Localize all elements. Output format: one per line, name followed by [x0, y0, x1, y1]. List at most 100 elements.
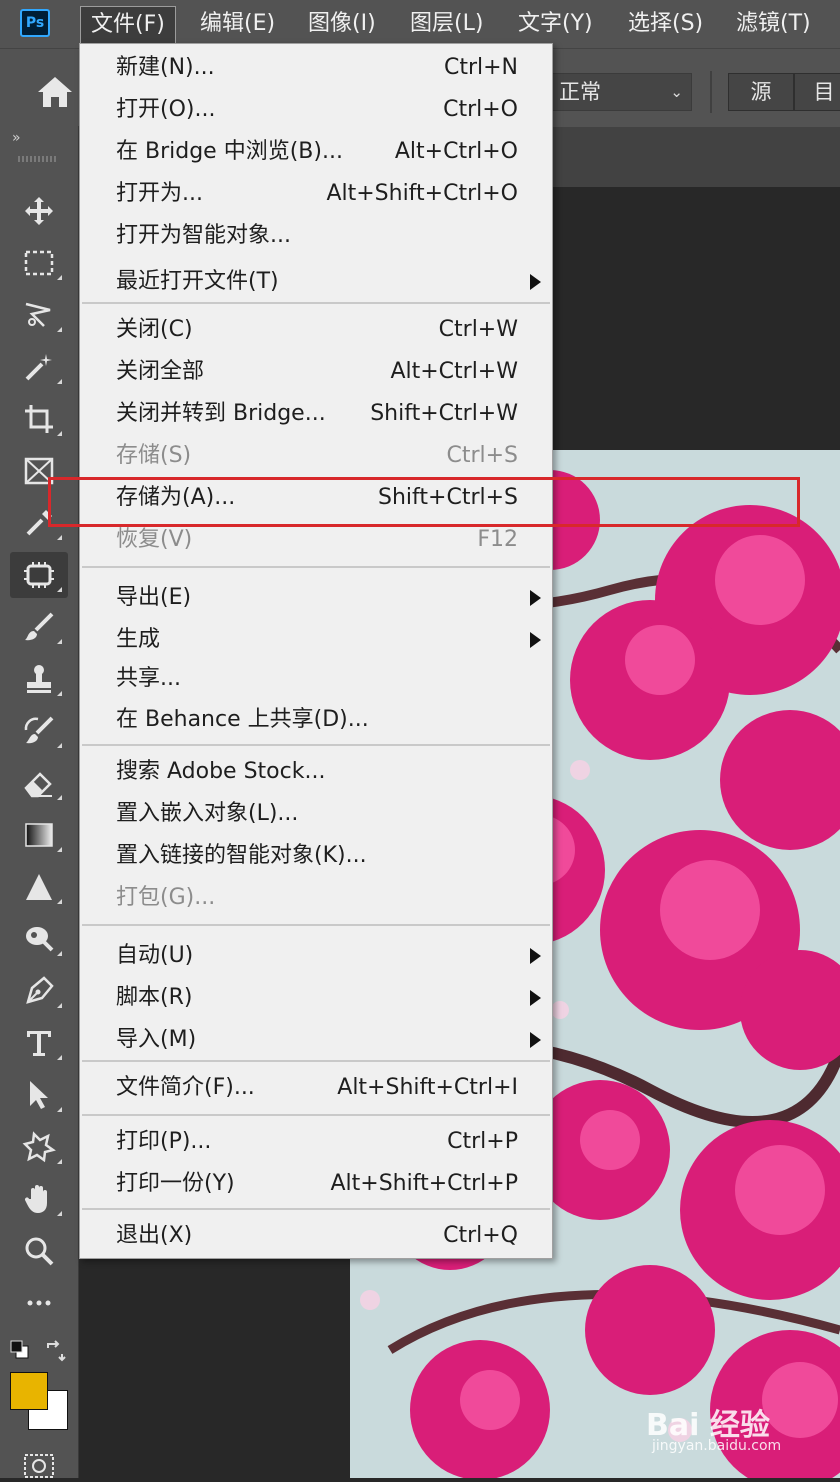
menu-item-generate[interactable]: 生成 — [80, 620, 552, 660]
menu-item-automate[interactable]: 自动(U) — [80, 936, 552, 976]
menu-item-scripts[interactable]: 脚本(R) — [80, 978, 552, 1018]
default-colors-icon[interactable] — [10, 1340, 30, 1360]
source-button[interactable]: 源 — [728, 73, 794, 111]
menu-item-search-adobe-stock[interactable]: 搜索 Adobe Stock... — [80, 752, 552, 792]
menu-item-shortcut: Ctrl+Q — [443, 1223, 518, 1248]
menu-item-shortcut: Ctrl+S — [446, 443, 518, 468]
submenu-arrow-icon — [530, 274, 541, 290]
history-brush-tool[interactable] — [10, 708, 68, 754]
menu-separator — [82, 924, 550, 926]
menu-item-shortcut: Alt+Ctrl+W — [390, 359, 518, 384]
quick-mask-icon[interactable] — [22, 1452, 56, 1478]
move-icon — [25, 197, 53, 225]
menu-item-label: 导入(M) — [116, 1027, 197, 1052]
menu-item-open-smart-object[interactable]: 打开为智能对象... — [80, 216, 552, 256]
menu-filter[interactable]: 滤镜(T) — [736, 0, 811, 48]
menu-item-label: 关闭全部 — [116, 359, 205, 384]
menu-item-file-info[interactable]: 文件简介(F)... Alt+Shift+Ctrl+I — [80, 1068, 552, 1108]
magnifier-icon — [25, 1237, 54, 1266]
menu-item-import[interactable]: 导入(M) — [80, 1020, 552, 1060]
submenu-arrow-icon — [530, 948, 541, 964]
menu-item-shortcut: Alt+Ctrl+O — [394, 139, 518, 164]
menu-layer[interactable]: 图层(L) — [410, 0, 483, 48]
dodge-icon — [26, 927, 54, 952]
stamp-icon — [27, 665, 51, 693]
menu-separator — [82, 566, 550, 568]
menu-item-shortcut: Ctrl+P — [447, 1129, 518, 1154]
lasso-tool[interactable] — [10, 292, 68, 338]
crop-tool[interactable] — [10, 396, 68, 442]
menu-item-exit[interactable]: 退出(X) Ctrl+Q — [80, 1216, 552, 1256]
menu-item-label: 退出(X) — [116, 1223, 193, 1248]
submenu-arrow-icon — [530, 590, 541, 606]
submenu-arrow-icon — [530, 990, 541, 1006]
more-tools[interactable] — [10, 1280, 68, 1326]
pen-tool[interactable] — [10, 968, 68, 1014]
menu-item-shortcut: Alt+Shift+Ctrl+P — [330, 1171, 518, 1196]
menu-image[interactable]: 图像(I) — [308, 0, 376, 48]
patch-icon — [24, 562, 54, 588]
submenu-arrow-icon — [530, 1032, 541, 1048]
move-tool[interactable] — [10, 188, 68, 234]
foreground-color-swatch[interactable] — [10, 1372, 48, 1410]
brush-tool[interactable] — [10, 604, 68, 650]
brush-icon — [25, 612, 54, 641]
menu-item-label: 关闭(C) — [116, 317, 193, 342]
pen-icon — [26, 976, 54, 1004]
menu-item-share-behance[interactable]: 在 Behance 上共享(D)... — [80, 700, 552, 740]
menu-item-shortcut: Ctrl+W — [438, 317, 518, 342]
menu-item-share[interactable]: 共享... — [80, 659, 552, 699]
menu-item-label: 导出(E) — [116, 585, 192, 610]
zoom-tool[interactable] — [10, 1228, 68, 1274]
type-tool[interactable] — [10, 1020, 68, 1066]
eraser-tool[interactable] — [10, 760, 68, 806]
collapse-toolbar-icon[interactable]: » — [12, 130, 21, 146]
destination-button[interactable]: 目 — [794, 73, 840, 111]
menu-item-label: 在 Behance 上共享(D)... — [116, 707, 369, 732]
shape-tool[interactable] — [10, 1124, 68, 1170]
menu-item-place-linked[interactable]: 置入链接的智能对象(K)... — [80, 836, 552, 876]
menu-item-print[interactable]: 打印(P)... Ctrl+P — [80, 1122, 552, 1162]
menu-item-close-go-bridge[interactable]: 关闭并转到 Bridge... Shift+Ctrl+W — [80, 394, 552, 434]
photoshop-logo[interactable]: Ps — [20, 9, 50, 37]
menu-item-export[interactable]: 导出(E) — [80, 578, 552, 618]
menu-item-new[interactable]: 新建(N)... Ctrl+N — [80, 48, 552, 88]
menu-item-shortcut: Ctrl+N — [443, 55, 518, 80]
menu-separator — [82, 1208, 550, 1210]
menu-item-shortcut: Shift+Ctrl+W — [370, 401, 518, 426]
baidu-watermark: Bai 经验 jingyan.baidu.com — [646, 1400, 836, 1460]
crop-icon — [25, 405, 53, 433]
save-as-highlight — [48, 477, 800, 527]
dodge-tool[interactable] — [10, 916, 68, 962]
menu-item-label: 在 Bridge 中浏览(B)... — [116, 139, 343, 164]
menu-item-open[interactable]: 打开(O)... Ctrl+O — [80, 90, 552, 130]
file-menu: 新建(N)... Ctrl+N 打开(O)... Ctrl+O 在 Bridge 中… — [79, 43, 553, 1259]
menu-item-label: 打包(G)... — [116, 885, 216, 910]
menu-item-place-embedded[interactable]: 置入嵌入对象(L)... — [80, 794, 552, 834]
gradient-tool[interactable] — [10, 812, 68, 858]
menu-item-shortcut: Ctrl+O — [443, 97, 518, 122]
hand-tool[interactable] — [10, 1176, 68, 1222]
menu-item-open-as[interactable]: 打开为... Alt+Shift+Ctrl+O — [80, 174, 552, 214]
menu-item-recent-files[interactable]: 最近打开文件(T) — [80, 262, 552, 302]
toolbar-grip[interactable] — [18, 156, 58, 162]
marquee-tool[interactable] — [10, 240, 68, 286]
menu-item-close[interactable]: 关闭(C) Ctrl+W — [80, 310, 552, 350]
menu-item-close-all[interactable]: 关闭全部 Alt+Ctrl+W — [80, 352, 552, 392]
blend-mode-select[interactable]: 正常 ⌄ — [552, 73, 692, 111]
rect-marquee-icon — [24, 250, 54, 276]
menu-edit[interactable]: 编辑(E) — [200, 0, 275, 48]
blur-tool[interactable] — [10, 864, 68, 910]
menu-item-shortcut: Alt+Shift+Ctrl+I — [337, 1075, 518, 1100]
menu-select[interactable]: 选择(S) — [628, 0, 703, 48]
swap-colors-icon[interactable] — [44, 1340, 66, 1362]
menu-type[interactable]: 文字(Y) — [518, 0, 593, 48]
patch-tool[interactable] — [10, 552, 68, 598]
path-selection-tool[interactable] — [10, 1072, 68, 1118]
menu-item-browse-bridge[interactable]: 在 Bridge 中浏览(B)... Alt+Ctrl+O — [80, 132, 552, 172]
menu-item-print-one-copy[interactable]: 打印一份(Y) Alt+Shift+Ctrl+P — [80, 1164, 552, 1204]
clone-stamp-tool[interactable] — [10, 656, 68, 702]
menu-file[interactable]: 文件(F) — [80, 6, 176, 44]
home-icon[interactable] — [36, 75, 74, 113]
magic-wand-tool[interactable] — [10, 344, 68, 390]
